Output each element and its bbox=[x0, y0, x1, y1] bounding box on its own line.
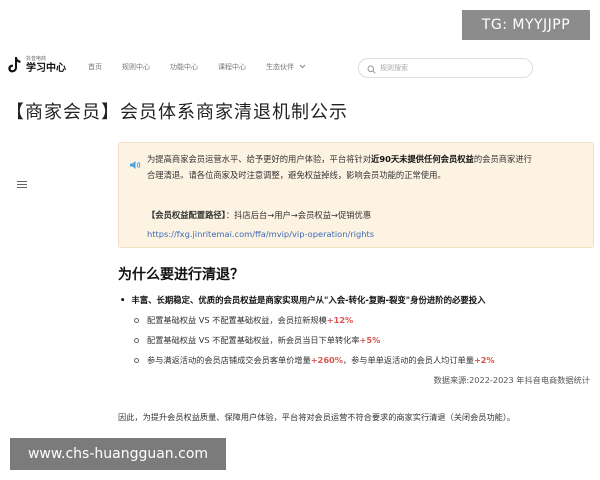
list-item-highlight2: +2% bbox=[473, 355, 495, 365]
nav-item-courses[interactable]: 课程中心 bbox=[218, 62, 246, 72]
notice-text-line2: 合理清退。请各位商家及时注意调整，避免权益掉线，影响会员功能的正常使用。 bbox=[147, 170, 446, 180]
watermark-top: TG: MYYJJPP bbox=[462, 10, 590, 40]
list-item-text: 配置基础权益 VS 不配置基础权益，新会员当日下单转化率 bbox=[147, 335, 360, 345]
nav-item-home[interactable]: 首页 bbox=[88, 62, 102, 72]
conclusion-text: 因此，为提升会员权益质量、保障用户体验，平台将对会员运营不符合要求的商家实行清退… bbox=[118, 412, 516, 422]
notice-text-pre: 为提高商家会员运营水平、给予更好的用户体验，平台将针对 bbox=[147, 154, 372, 164]
douyin-logo-icon bbox=[8, 56, 22, 74]
main-bullet-text: 丰富、长期稳定、优质的会员权益是商家实现用户从"入会-转化-复购-裂变"身份进阶… bbox=[131, 295, 486, 305]
config-link[interactable]: https://fxg.jinritemai.com/ffa/mvip/vip-… bbox=[147, 229, 374, 239]
list-item-highlight: +12% bbox=[326, 315, 354, 325]
config-path: 【会员权益配置路径】：抖店后台→用户→会员权益→促销优惠 bbox=[147, 209, 371, 221]
nav-item-rules[interactable]: 规则中心 bbox=[122, 62, 150, 72]
search-placeholder: 规则搜索 bbox=[380, 64, 408, 72]
list-item-text: 配置基础权益 VS 不配置基础权益，会员拉新规模 bbox=[147, 315, 327, 325]
main-bullet: • 丰富、长期稳定、优质的会员权益是商家实现用户从"入会-转化-复购-裂变"身份进… bbox=[120, 294, 486, 306]
list-item-highlight: +260% bbox=[310, 355, 343, 365]
circle-bullet-icon bbox=[134, 358, 139, 363]
config-path-label: 【会员权益配置路径】 bbox=[147, 210, 226, 220]
nav-item-partners[interactable]: 生态伙伴 bbox=[266, 62, 306, 72]
list-item-text2: ，参与单单返活动的会员人均订单量 bbox=[342, 355, 474, 365]
list-item-highlight: +5% bbox=[359, 335, 381, 345]
nav-item-partners-label: 生态伙伴 bbox=[266, 63, 294, 71]
list-item: 参与满返活动的会员店铺成交会员客单价增量+260%，参与单单返活动的会员人均订单… bbox=[134, 354, 495, 366]
circle-bullet-icon bbox=[134, 338, 139, 343]
config-path-text: ：抖店后台→用户→会员权益→促销优惠 bbox=[225, 210, 372, 220]
logo[interactable]: 抖音电商 学习中心 bbox=[8, 56, 66, 74]
notice-box: 为提高商家会员运营水平、给予更好的用户体验，平台将针对近90天未提供任何会员权益… bbox=[118, 142, 594, 248]
page-title: 【商家会员】会员体系商家清退机制公示 bbox=[6, 102, 348, 123]
chevron-down-icon bbox=[299, 64, 306, 71]
logo-subtitle: 抖音电商 bbox=[26, 55, 47, 62]
menu-icon[interactable] bbox=[17, 181, 27, 190]
logo-title: 学习中心 bbox=[26, 62, 66, 74]
bullet-dot: • bbox=[120, 295, 126, 305]
search-input[interactable]: 规则搜索 bbox=[358, 58, 533, 78]
list-item-text: 参与满返活动的会员店铺成交会员客单价增量 bbox=[147, 355, 311, 365]
speaker-icon bbox=[129, 155, 141, 169]
list-item: 配置基础权益 VS 不配置基础权益，新会员当日下单转化率+5% bbox=[134, 334, 380, 346]
notice-text-line1: 为提高商家会员运营水平、给予更好的用户体验，平台将针对近90天未提供任何会员权益… bbox=[147, 153, 532, 165]
watermark-bottom: www.chs-huangguan.com bbox=[10, 438, 226, 470]
nav-item-features[interactable]: 功能中心 bbox=[170, 62, 198, 72]
nav-menu: 首页 规则中心 功能中心 课程中心 生态伙伴 bbox=[88, 62, 326, 72]
notice-text-bold: 近90天未提供任何会员权益 bbox=[371, 154, 474, 164]
list-item: 配置基础权益 VS 不配置基础权益，会员拉新规模+12% bbox=[134, 314, 353, 326]
circle-bullet-icon bbox=[134, 318, 139, 323]
top-navigation: 抖音电商 学习中心 首页 规则中心 功能中心 课程中心 生态伙伴 规则搜索 bbox=[0, 52, 600, 86]
notice-text-post: 的会员商家进行 bbox=[473, 154, 532, 164]
search-icon bbox=[367, 59, 376, 78]
data-source: 数据来源:2022-2023 年抖音电商数据统计 bbox=[433, 375, 590, 385]
section-title: 为什么要进行清退？ bbox=[118, 267, 244, 283]
